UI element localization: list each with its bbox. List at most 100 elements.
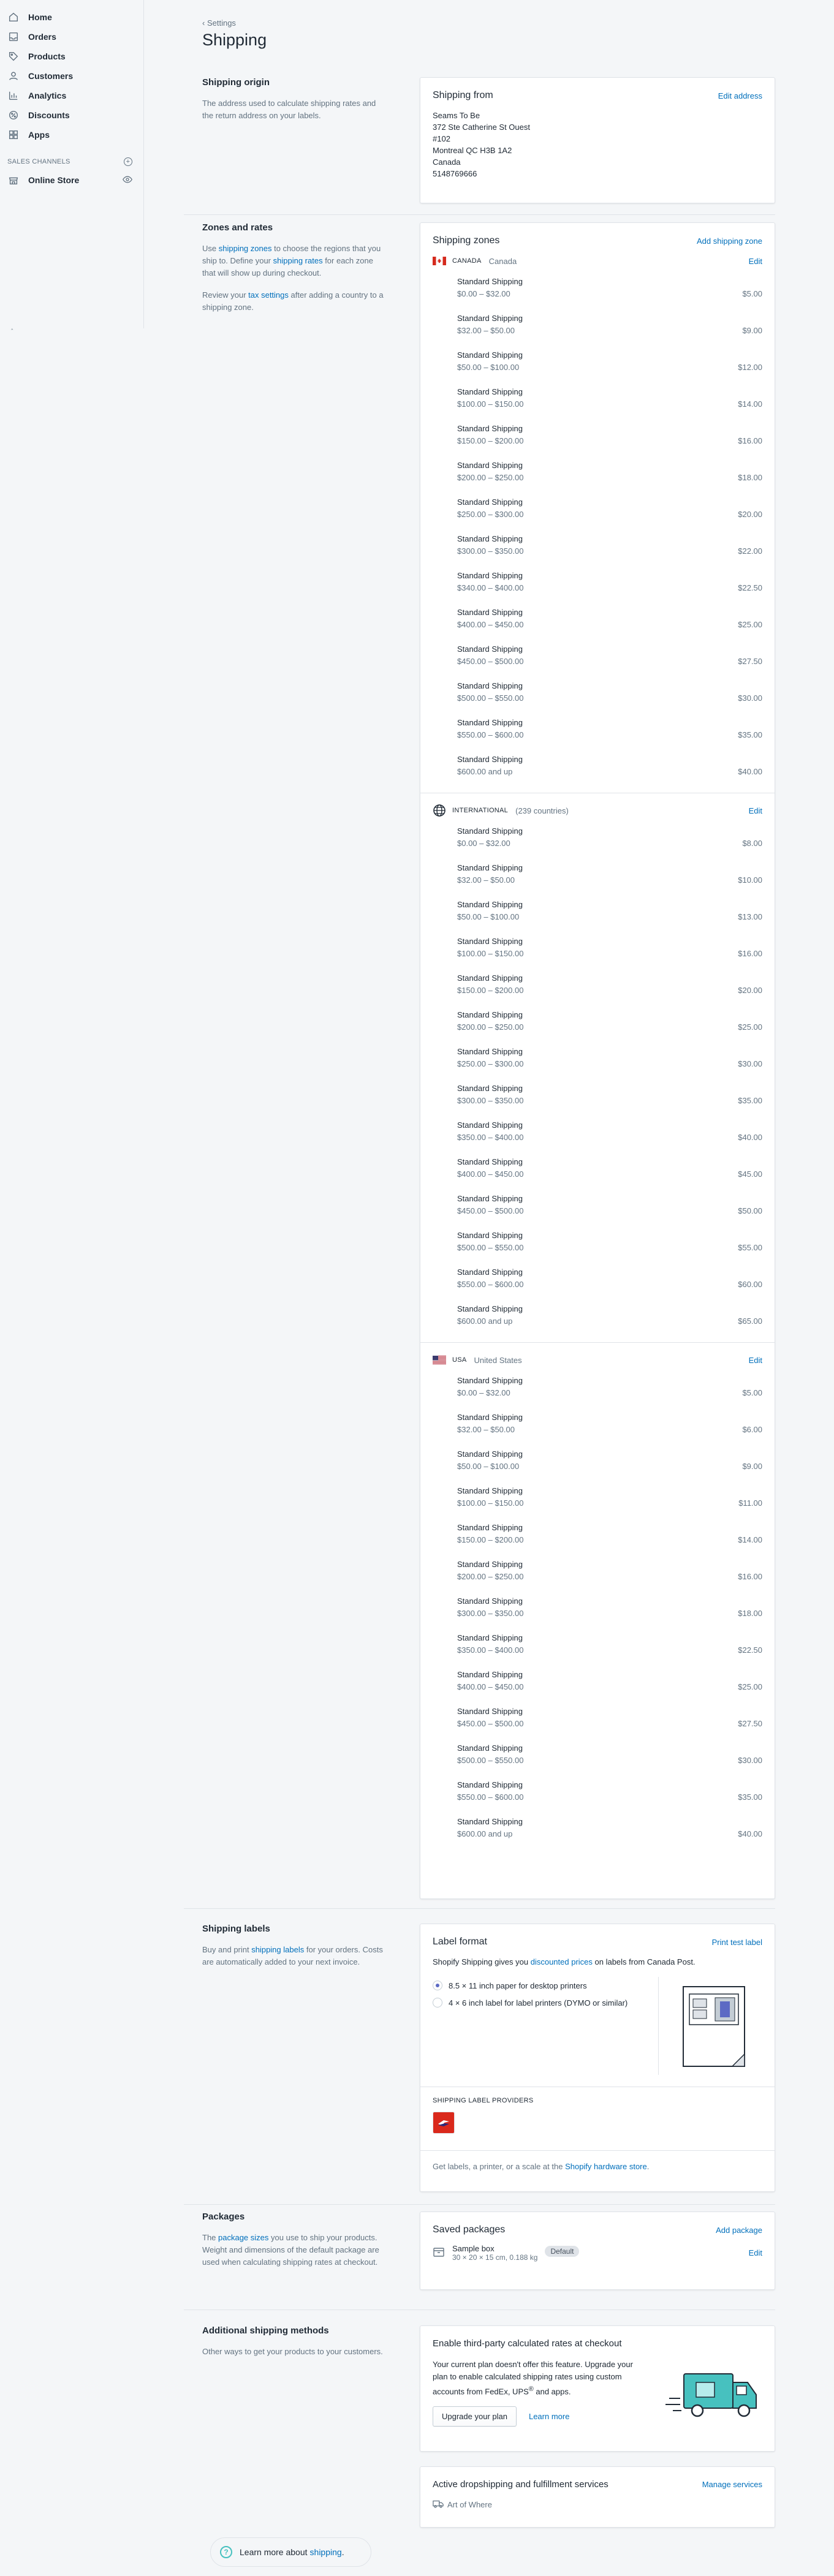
- rate-range: $600.00 and up: [457, 1829, 513, 1838]
- rate-price: $18.00: [738, 1609, 762, 1618]
- rate-row: Standard Shipping $550.00 – $600.00 $35.00: [420, 1775, 775, 1812]
- rate-price: $20.00: [738, 510, 762, 519]
- package-sizes-link[interactable]: package sizes: [218, 2233, 268, 2242]
- sidebar-item-home[interactable]: Home: [0, 7, 143, 27]
- rate-row: Standard Shipping $50.00 – $100.00 $9.00: [420, 1445, 775, 1481]
- add-shipping-zone-link[interactable]: Add shipping zone: [697, 236, 762, 246]
- rate-name: Standard Shipping: [457, 1523, 523, 1532]
- rate-range: $32.00 – $50.00: [457, 1425, 515, 1434]
- tax-settings-link[interactable]: tax settings: [248, 290, 289, 300]
- online-store-label: Online Store: [28, 175, 80, 185]
- service-name: Art of Where: [447, 2500, 492, 2509]
- rate-price: $35.00: [738, 1096, 762, 1105]
- radio-dot[interactable]: [433, 1998, 442, 2008]
- edit-zone-link[interactable]: Edit: [749, 806, 762, 815]
- rate-price: $60.00: [738, 1280, 762, 1289]
- rate-row: Standard Shipping $550.00 – $600.00 $60.00: [420, 1263, 775, 1299]
- box-icon: [433, 2246, 445, 2260]
- delivery-truck-illustration: [665, 2362, 764, 2423]
- rate-price: $14.00: [738, 1535, 762, 1544]
- rate-row: Standard Shipping $550.00 – $600.00 $35.00: [420, 713, 775, 750]
- rate-price: $40.00: [738, 767, 762, 776]
- rate-price: $30.00: [738, 1756, 762, 1765]
- shipping-help-link[interactable]: shipping: [310, 2547, 342, 2557]
- sidebar-item-discounts[interactable]: Discounts: [0, 105, 143, 125]
- rate-name: Standard Shipping: [457, 1560, 523, 1569]
- zone-countries: (239 countries): [515, 806, 569, 815]
- edit-address-link[interactable]: Edit address: [718, 91, 762, 100]
- globe-icon: [433, 804, 446, 817]
- print-test-label-link[interactable]: Print test label: [712, 1938, 762, 1947]
- bar-chart-icon: [7, 89, 20, 102]
- section-description: Buy and print shipping labels for your o…: [202, 1945, 383, 1966]
- rate-row: Standard Shipping $50.00 – $100.00 $13.00: [420, 895, 775, 932]
- rate-row: Standard Shipping $400.00 – $450.00 $45.00: [420, 1152, 775, 1189]
- discounted-prices-link[interactable]: discounted prices: [531, 1957, 593, 1966]
- rate-row: Standard Shipping $0.00 – $32.00 $5.00: [420, 272, 775, 309]
- rate-price: $35.00: [738, 730, 762, 739]
- learn-more-link[interactable]: Learn more: [529, 2412, 569, 2421]
- zones-description-2: Review your tax settings after adding a …: [202, 290, 384, 312]
- sidebar-item-online-store[interactable]: Online Store: [0, 170, 143, 190]
- rate-range: $32.00 – $50.00: [457, 326, 515, 335]
- breadcrumb-settings[interactable]: ‹ Settings: [202, 18, 236, 28]
- label-preview-illustration: [658, 1977, 762, 2075]
- rate-price: $25.00: [738, 1022, 762, 1032]
- collapse-indicator[interactable]: ‸: [11, 323, 13, 330]
- rate-row: Standard Shipping $300.00 – $350.00 $35.00: [420, 1079, 775, 1116]
- card-title: Shipping from: [433, 90, 493, 100]
- rate-row: Standard Shipping $100.00 – $150.00 $11.00: [420, 1481, 775, 1518]
- radio-dot-selected[interactable]: [433, 1981, 442, 1990]
- rate-name: Standard Shipping: [457, 718, 523, 727]
- shipping-zones-link[interactable]: shipping zones: [219, 244, 272, 253]
- rate-name: Standard Shipping: [457, 608, 523, 617]
- rate-price: $40.00: [738, 1133, 762, 1142]
- rate-price: $30.00: [738, 693, 762, 703]
- rate-range: $550.00 – $600.00: [457, 1792, 524, 1802]
- rate-range: $350.00 – $400.00: [457, 1133, 524, 1142]
- rate-range: $100.00 – $150.00: [457, 399, 524, 409]
- manage-services-link[interactable]: Manage services: [702, 2480, 762, 2489]
- address-line: Montreal QC H3B 1A2: [433, 146, 512, 155]
- shipping-labels-link[interactable]: shipping labels: [251, 1945, 304, 1954]
- rate-row: Standard Shipping $100.00 – $150.00 $14.00: [420, 382, 775, 419]
- zone-header: INTERNATIONAL (239 countries) Edit: [420, 799, 775, 822]
- sidebar-item-analytics[interactable]: Analytics: [0, 86, 143, 105]
- rate-name: Standard Shipping: [457, 1267, 523, 1277]
- edit-zone-link[interactable]: Edit: [749, 257, 762, 266]
- rate-name: Standard Shipping: [457, 937, 523, 946]
- rate-row: Standard Shipping $450.00 – $500.00 $27.50: [420, 1702, 775, 1739]
- sidebar-item-customers[interactable]: Customers: [0, 66, 143, 86]
- rate-range: $100.00 – $150.00: [457, 1498, 524, 1508]
- rate-name: Standard Shipping: [457, 1304, 523, 1313]
- section-description: The address used to calculate shipping r…: [202, 99, 376, 120]
- rate-name: Standard Shipping: [457, 1194, 523, 1203]
- dropshipping-card: Active dropshipping and fulfillment serv…: [420, 2466, 775, 2528]
- rate-row: Standard Shipping $0.00 – $32.00 $5.00: [420, 1371, 775, 1408]
- edit-zone-link[interactable]: Edit: [749, 1356, 762, 1365]
- upgrade-plan-button[interactable]: Upgrade your plan: [433, 2406, 517, 2427]
- sidebar-item-label: Customers: [28, 71, 74, 81]
- rate-price: $40.00: [738, 1829, 762, 1838]
- rate-row: Standard Shipping $200.00 – $250.00 $16.00: [420, 1555, 775, 1592]
- sidebar-item-products[interactable]: Products: [0, 47, 143, 66]
- rate-range: $300.00 – $350.00: [457, 546, 524, 556]
- rate-name: Standard Shipping: [457, 277, 523, 286]
- address-line: Seams To Be: [433, 111, 480, 120]
- add-channel-icon[interactable]: +: [124, 157, 132, 166]
- zone-countries: United States: [474, 1355, 522, 1365]
- eye-icon[interactable]: [123, 175, 132, 186]
- sidebar-item-orders[interactable]: Orders: [0, 27, 143, 47]
- shipping-rates-link[interactable]: shipping rates: [273, 256, 323, 265]
- add-package-link[interactable]: Add package: [716, 2226, 762, 2235]
- hardware-store-link[interactable]: Shopify hardware store: [565, 2162, 647, 2171]
- sidebar-item-apps[interactable]: Apps: [0, 125, 143, 145]
- home-icon: [7, 11, 20, 23]
- edit-package-link[interactable]: Edit: [749, 2248, 762, 2257]
- rate-row: Standard Shipping $150.00 – $200.00 $16.00: [420, 419, 775, 456]
- rate-row: Standard Shipping $600.00 and up $40.00: [420, 1812, 775, 1849]
- rate-range: $250.00 – $300.00: [457, 1059, 524, 1068]
- upgrade-description: Your current plan doesn't offer this fea…: [433, 2360, 633, 2397]
- card-title: Saved packages: [433, 2224, 506, 2235]
- rate-price: $35.00: [738, 1792, 762, 1802]
